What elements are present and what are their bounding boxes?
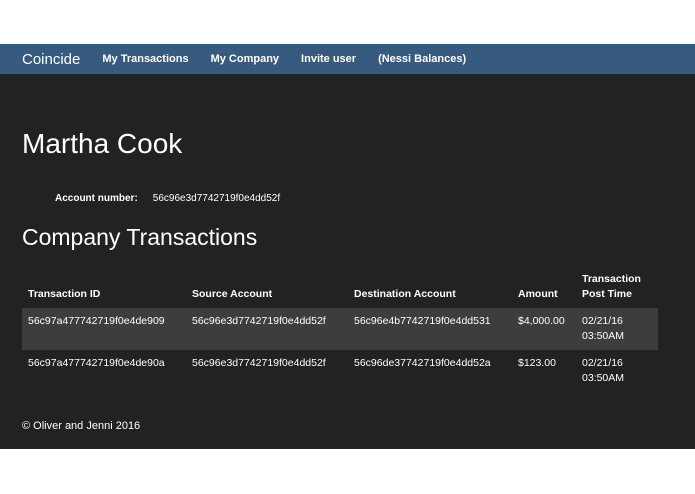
cell-amount: $4,000.00 [518, 315, 565, 327]
cell-post-time: 02/21/16 03:50AM [576, 350, 658, 392]
cell-post-clock: 03:50AM [582, 372, 625, 384]
nav-nessi-balances[interactable]: (Nessi Balances) [378, 53, 466, 65]
nav-my-company[interactable]: My Company [211, 53, 279, 65]
cell-post-date: 02/21/16 [582, 315, 623, 327]
brand-link[interactable]: Coincide [22, 51, 80, 68]
account-number-value: 56c96e3d7742719f0e4dd52f [152, 193, 281, 204]
cell-transaction-id: 56c97a477742719f0e4de909 [28, 315, 165, 327]
header-source-account: Source Account [192, 288, 273, 300]
cell-amount: $123.00 [518, 357, 556, 369]
account-info: Account number: 56c96e3d7742719f0e4dd52f [55, 193, 280, 204]
cell-destination-account: 56c96e4b7742719f0e4dd531 [354, 315, 491, 327]
header-post-time: Transaction Post Time [582, 273, 641, 300]
transactions-table: Transaction ID Source Account Destinatio… [22, 272, 658, 392]
table-row: 56c97a477742719f0e4de909 56c96e3d7742719… [22, 308, 658, 350]
header-amount: Amount [518, 288, 558, 300]
page-title: Martha Cook [22, 128, 183, 159]
account-number-label: Account number: [55, 193, 138, 204]
footer-copyright: © Oliver and Jenni 2016 [22, 420, 141, 432]
navbar: Coincide My Transactions My Company Invi… [0, 44, 695, 74]
cell-post-time: 02/21/16 03:50AM [576, 308, 658, 350]
cell-source-account: 56c96e3d7742719f0e4dd52f [192, 357, 326, 369]
nav-invite-user[interactable]: Invite user [301, 53, 356, 65]
table-header-row: Transaction ID Source Account Destinatio… [22, 272, 658, 308]
cell-source-account: 56c96e3d7742719f0e4dd52f [192, 315, 326, 327]
nav-my-transactions[interactable]: My Transactions [102, 53, 188, 65]
main-content: Martha Cook Account number: 56c96e3d7742… [0, 74, 695, 449]
cell-destination-account: 56c96de37742719f0e4dd52a [354, 357, 491, 369]
header-destination-account: Destination Account [354, 288, 456, 300]
cell-transaction-id: 56c97a477742719f0e4de90a [28, 357, 165, 369]
cell-post-date: 02/21/16 [582, 357, 623, 369]
header-transaction-id: Transaction ID [28, 288, 101, 300]
section-title: Company Transactions [22, 224, 258, 250]
table-row: 56c97a477742719f0e4de90a 56c96e3d7742719… [22, 350, 658, 392]
cell-post-clock: 03:50AM [582, 330, 625, 342]
